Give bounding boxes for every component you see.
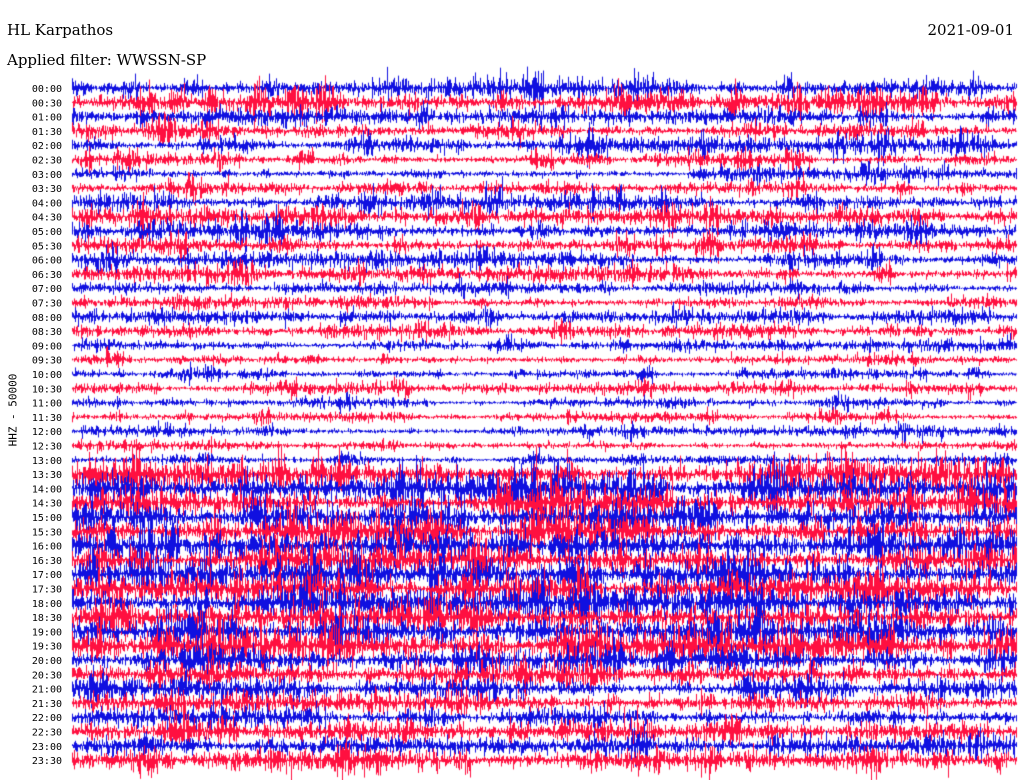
channel-axis-label-text: HHZ - 50000 [6, 373, 20, 447]
station-title: HL Karpathos [7, 21, 114, 39]
seismogram-plot [0, 0, 1024, 780]
channel-axis-label: HHZ - 50000 [3, 374, 23, 447]
filter-label: Applied filter: WWSSN-SP [7, 51, 207, 69]
date-label: 2021-09-01 [927, 21, 1014, 39]
